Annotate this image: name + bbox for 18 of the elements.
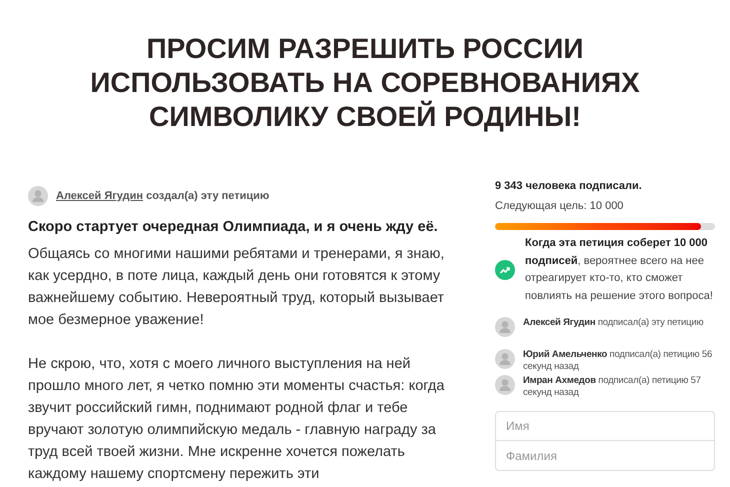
name-input[interactable]: Фамилия [495,441,715,471]
avatar-icon [495,317,515,337]
avatar-icon [495,375,515,395]
avatar-icon [28,186,48,206]
body-paragraph: Общаясь со многими нашими ребятами и тренерами, я знаю, как усердно, в поте лица, каждый день они готовятся к этому важнейшему событию. Невероятный труд, который вызывает мое безмерное уважение! [28,245,446,330]
body-paragraph: Не скрою, что, хотя с моего личного выступления на ней прошло много лет, я четко помню эти моменты счастья: когда звучит российский гимн, поднимают родной флаг и тебе вручают золотую олимпийскую медаль - главную награду за труд всей твоей жизни. Мне искренне хочется пожелать каждому нашему спортсмену пережить эти [28,355,446,484]
name-input[interactable]: Имя [495,411,715,441]
petition-title: ПРОСИМ РАЗРЕШИТЬ РОССИИ ИСПОЛЬЗОВАТЬ НА СОРЕВНОВАНИЯХ СИМВОЛИКУ СВОЕЙ РОДИНЫ! [89,32,641,134]
signer-entry: Алексей Ягудин подписал(а) эту петицию [523,317,704,329]
signer-entry: Имран Ахмедов подписал(а) петицию 57 секунд назад [523,375,702,399]
next-goal: Следующая цель: 10 000 [495,199,624,214]
trending-up-icon [495,260,515,280]
lead-sentence: Скоро стартует очередная Олимпиада, и я очень жду её. [28,218,439,237]
signature-count: 9 343 человека подписали. [495,179,643,194]
goal-tip: Когда эта петиция соберет 10 000 подписей, вероятнее всего на нее отреагирует кто-то, кто сможет повлиять на решение этого вопроса! [525,236,714,304]
avatar-icon [495,349,515,369]
author-action: создал(а) эту петицию [146,190,270,202]
author-link[interactable]: Алексей Ягудин [56,190,144,202]
